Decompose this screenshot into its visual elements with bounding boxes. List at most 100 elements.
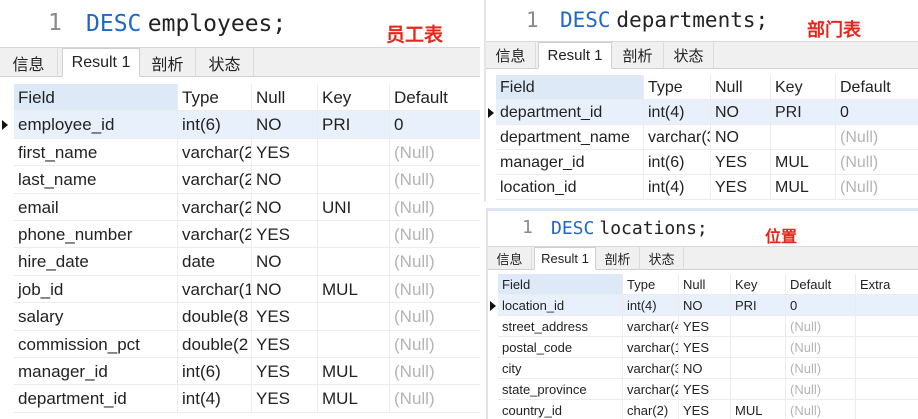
tab-status[interactable]: 状态 — [664, 42, 714, 69]
table-cell[interactable]: NO — [711, 125, 771, 150]
tab-profile[interactable]: 剖析 — [612, 42, 664, 69]
column-header[interactable]: Key — [731, 274, 786, 295]
column-header[interactable]: Type — [178, 84, 252, 112]
column-header[interactable]: Field — [14, 84, 178, 112]
table-cell[interactable]: NO — [711, 100, 771, 125]
table-cell[interactable]: varchar(3 — [644, 125, 711, 150]
table-cell[interactable]: manager_id — [14, 358, 178, 386]
table-row[interactable]: manager_id int(6) YES MUL (Null) — [486, 150, 918, 175]
table-row[interactable]: employee_id int(6) NO PRI 0 — [0, 111, 480, 139]
table-cell[interactable]: varchar(4 — [623, 316, 679, 337]
table-cell[interactable]: MUL — [771, 150, 836, 175]
table-cell[interactable]: (Null) — [390, 358, 480, 386]
table-cell[interactable]: YES — [252, 385, 318, 413]
table-cell[interactable]: PRI — [731, 295, 786, 316]
tab-result-1[interactable]: Result 1 — [538, 42, 612, 69]
table-cell[interactable]: varchar(3 — [623, 358, 679, 379]
table-cell[interactable]: YES — [252, 138, 318, 167]
column-header[interactable]: Type — [623, 274, 679, 295]
table-cell[interactable]: YES — [711, 175, 771, 200]
table-cell[interactable]: NO — [252, 248, 318, 276]
table-cell[interactable]: (Null) — [786, 379, 856, 400]
table-cell[interactable]: MUL — [731, 400, 786, 419]
sql-statement[interactable]: DESC locations; — [551, 211, 708, 246]
table-cell[interactable]: int(4) — [178, 385, 252, 413]
table-cell[interactable]: (Null) — [836, 150, 918, 175]
column-header[interactable]: Default — [836, 75, 918, 100]
table-cell[interactable] — [318, 138, 390, 167]
table-cell[interactable]: (Null) — [390, 139, 480, 167]
column-header[interactable]: Extra — [856, 274, 918, 295]
column-header[interactable]: Null — [711, 75, 771, 100]
table-cell[interactable]: MUL — [318, 275, 390, 304]
tab-profile[interactable]: 剖析 — [140, 48, 196, 77]
table-cell[interactable]: int(4) — [644, 175, 711, 200]
table-cell[interactable] — [318, 303, 390, 331]
table-row[interactable]: country_id char(2) YES MUL (Null) — [488, 400, 918, 419]
column-header[interactable]: Key — [318, 84, 390, 112]
table-cell[interactable]: country_id — [498, 400, 623, 419]
table-cell[interactable]: varchar(2 — [178, 138, 252, 167]
table-cell[interactable]: varchar(2 — [178, 193, 252, 221]
table-cell[interactable]: int(4) — [644, 100, 711, 125]
table-cell[interactable] — [731, 379, 786, 400]
table-row[interactable]: department_id int(4) YES MUL (Null) — [0, 385, 480, 413]
table-cell[interactable]: (Null) — [836, 125, 918, 150]
sql-statement[interactable]: DESC departments; — [560, 0, 768, 41]
table-cell[interactable] — [771, 125, 836, 150]
table-cell[interactable]: UNI — [318, 193, 390, 221]
table-cell[interactable] — [856, 379, 918, 400]
table-cell[interactable]: varchar(2 — [178, 221, 252, 249]
table-cell[interactable]: 0 — [390, 111, 480, 139]
table-cell[interactable]: int(6) — [644, 150, 711, 175]
table-cell[interactable]: YES — [679, 400, 731, 419]
tab-result-1[interactable]: Result 1 — [534, 247, 596, 270]
tab-status[interactable]: 状态 — [196, 48, 254, 77]
tab-result-1[interactable]: Result 1 — [62, 48, 140, 77]
table-cell[interactable]: NO — [252, 275, 318, 304]
table-row[interactable]: first_name varchar(2 YES (Null) — [0, 138, 480, 167]
tab-profile[interactable]: 剖析 — [596, 247, 640, 270]
table-cell[interactable]: (Null) — [390, 276, 480, 304]
tab-status[interactable]: 状态 — [640, 247, 684, 270]
table-cell[interactable]: varchar(2 — [623, 379, 679, 400]
table-row[interactable]: city varchar(3 NO (Null) — [488, 358, 918, 379]
table-row[interactable]: commission_pct double(2 YES (Null) — [0, 330, 480, 358]
table-row[interactable]: manager_id int(6) YES MUL (Null) — [0, 358, 480, 386]
table-cell[interactable] — [856, 337, 918, 358]
table-cell[interactable]: PRI — [318, 111, 390, 139]
table-cell[interactable]: NO — [679, 295, 731, 316]
table-cell[interactable] — [731, 316, 786, 337]
table-row[interactable]: phone_number varchar(2 YES (Null) — [0, 221, 480, 249]
table-cell[interactable]: (Null) — [786, 400, 856, 419]
table-row[interactable]: street_address varchar(4 YES (Null) — [488, 316, 918, 337]
table-cell[interactable]: YES — [252, 358, 318, 386]
table-cell[interactable]: (Null) — [390, 248, 480, 276]
table-cell[interactable]: PRI — [771, 100, 836, 125]
table-cell[interactable]: YES — [679, 316, 731, 337]
table-cell[interactable]: int(4) — [623, 295, 679, 316]
tab-info[interactable]: 信息 — [486, 42, 536, 69]
table-cell[interactable]: manager_id — [496, 150, 644, 175]
table-cell[interactable]: varchar(2 — [178, 166, 252, 194]
table-cell[interactable]: commission_pct — [14, 330, 178, 358]
table-cell[interactable] — [856, 316, 918, 337]
table-cell[interactable]: location_id — [496, 175, 644, 200]
table-cell[interactable]: varchar(1 — [623, 337, 679, 358]
table-cell[interactable]: YES — [252, 330, 318, 358]
table-cell[interactable] — [318, 248, 390, 276]
table-row[interactable]: department_id int(4) NO PRI 0 — [486, 100, 918, 125]
table-cell[interactable]: MUL — [318, 358, 390, 386]
column-header[interactable]: Type — [644, 75, 711, 100]
table-row[interactable]: salary double(8 YES (Null) — [0, 303, 480, 331]
table-cell[interactable] — [318, 166, 390, 194]
table-row[interactable]: hire_date date NO (Null) — [0, 248, 480, 276]
table-cell[interactable]: MUL — [318, 385, 390, 413]
table-cell[interactable]: (Null) — [390, 194, 480, 221]
tab-info[interactable]: 信息 — [488, 247, 532, 270]
tab-info[interactable]: 信息 — [0, 48, 58, 77]
sql-editor-line[interactable]: 1 DESC locations; — [488, 211, 918, 245]
table-row[interactable]: email varchar(2 NO UNI (Null) — [0, 193, 480, 221]
table-cell[interactable]: YES — [679, 379, 731, 400]
table-cell[interactable]: city — [498, 358, 623, 379]
